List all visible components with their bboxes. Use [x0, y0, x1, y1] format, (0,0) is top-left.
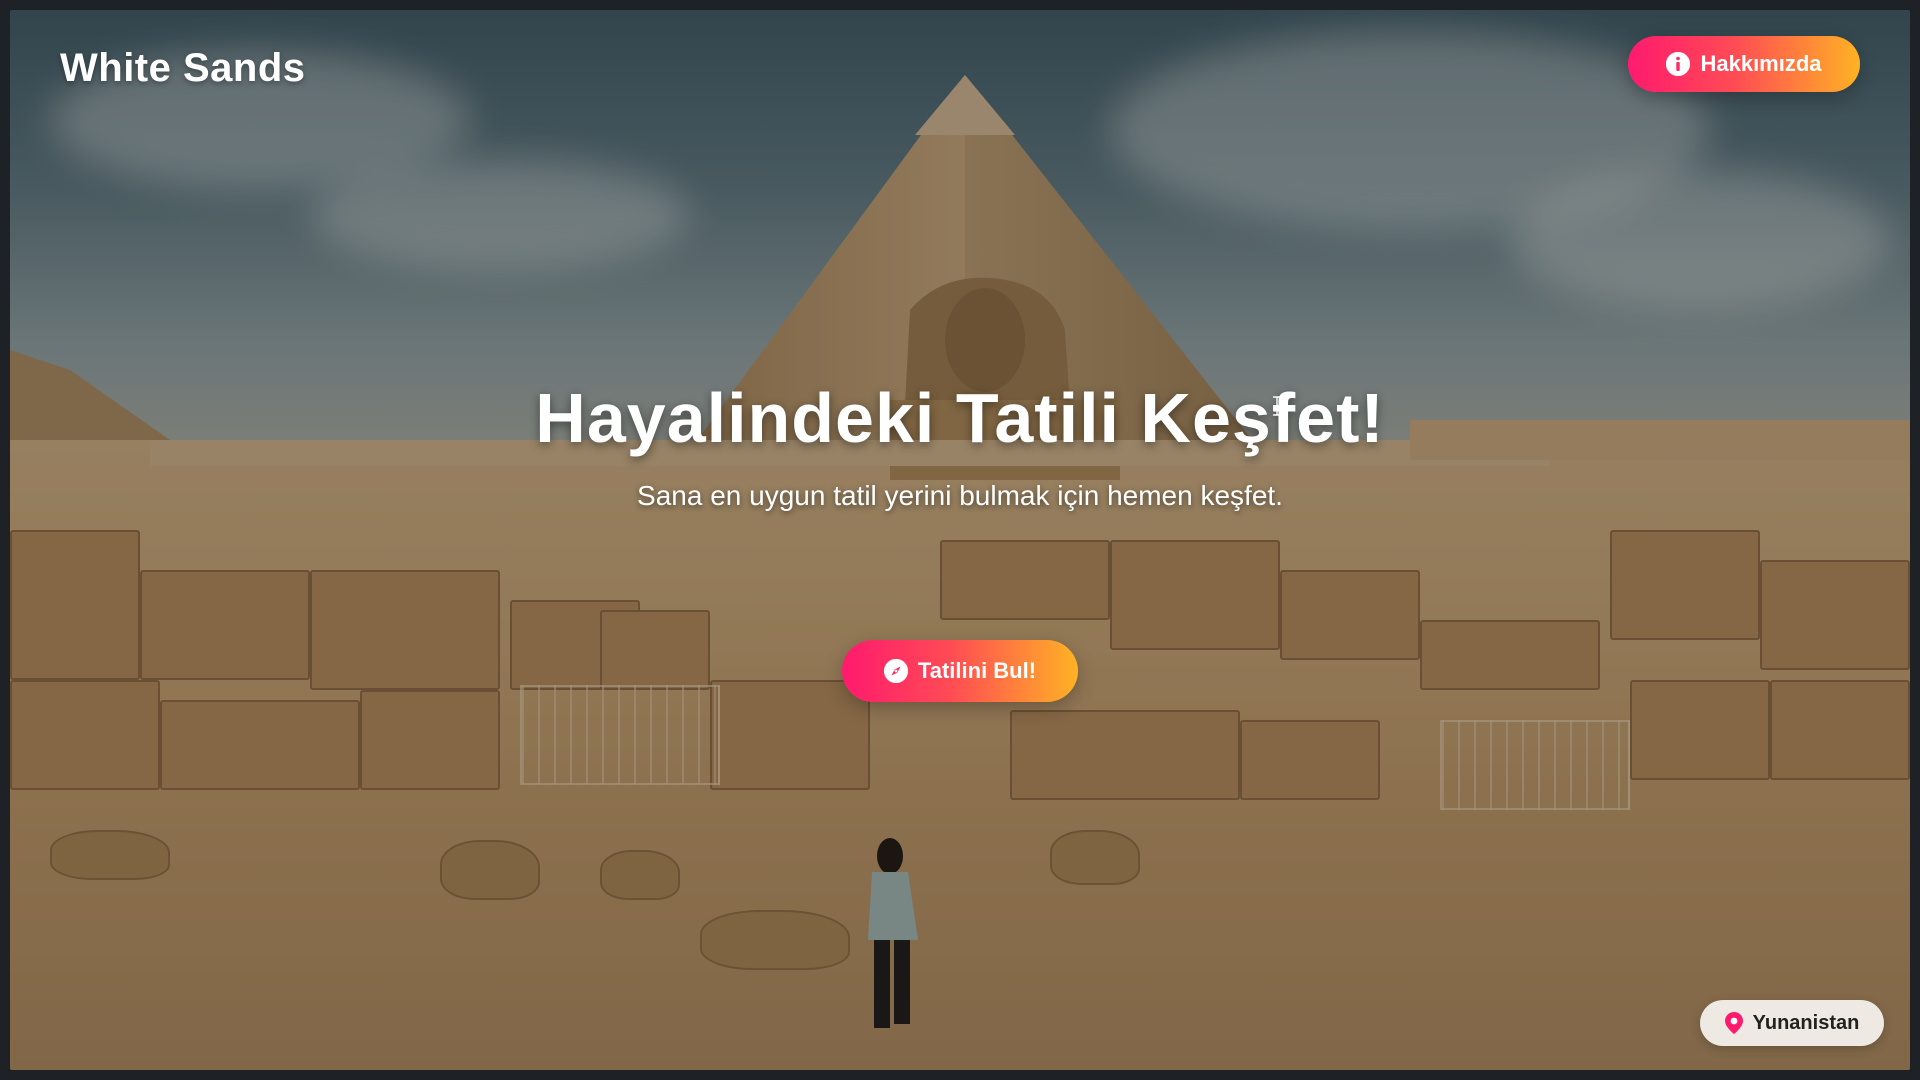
find-vacation-button[interactable]: Tatilini Bul! [842, 640, 1078, 702]
site-logo[interactable]: White Sands [60, 46, 306, 91]
browser-viewport: White Sands Hakkımızda Hayalindeki Tatil… [10, 10, 1910, 1070]
about-button-label: Hakkımızda [1700, 51, 1822, 76]
location-badge[interactable]: Yunanistan [1700, 1000, 1884, 1046]
hero-background-image [10, 10, 1910, 1070]
hero-subtitle: Sana en uygun tatil yerini bulmak için h… [637, 480, 1283, 511]
location-label: Yunanistan [1752, 1011, 1860, 1034]
about-button[interactable]: Hakkımızda [1628, 36, 1860, 92]
find-vacation-button-label: Tatilini Bul! [917, 658, 1037, 683]
hero-title: Hayalindeki Tatili Keşfet! [535, 379, 1385, 457]
compass-icon [883, 659, 908, 683]
text-cursor-icon [1273, 396, 1281, 416]
dark-overlay [10, 10, 1910, 1070]
map-pin-icon [1724, 1012, 1743, 1034]
info-icon [1666, 52, 1691, 76]
